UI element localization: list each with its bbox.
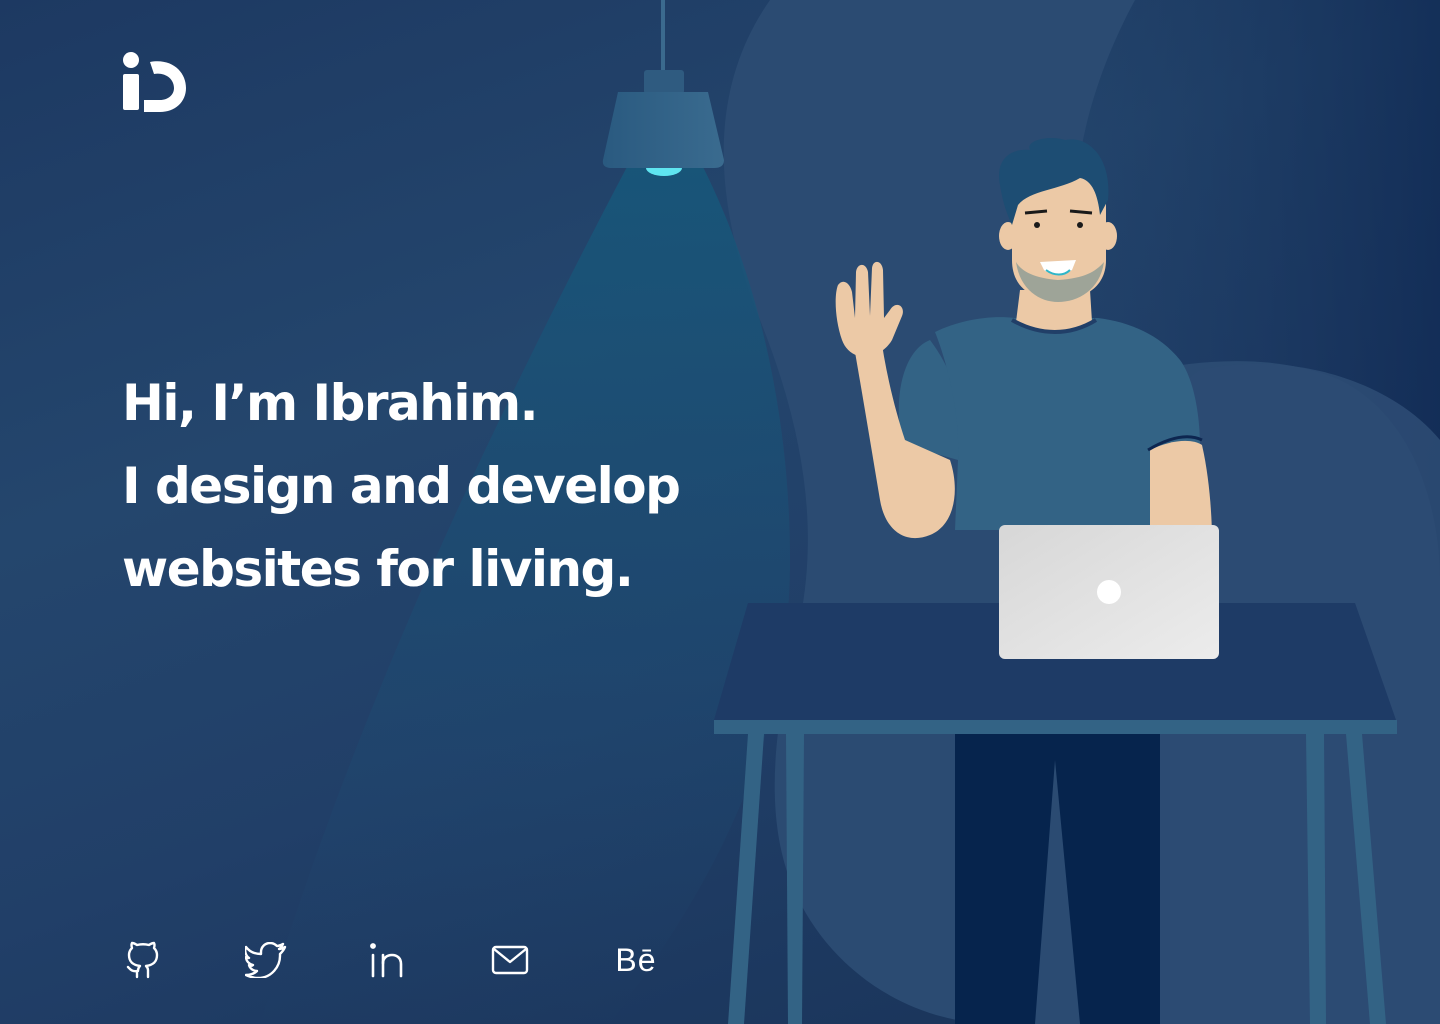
laptop xyxy=(999,525,1219,659)
hero-line-2: I design and develop xyxy=(122,457,681,515)
github-link[interactable] xyxy=(122,938,164,982)
ceiling-lamp xyxy=(602,0,724,176)
hero-line-1: Hi, I’m Ibrahim. xyxy=(122,374,539,432)
hero-line-3: websites for living. xyxy=(122,540,634,598)
linkedin-link[interactable] xyxy=(368,938,408,982)
hero-heading: Hi, I’m Ibrahim. I design and develop we… xyxy=(122,362,762,611)
behance-icon: Bē xyxy=(615,942,657,978)
twitter-link[interactable] xyxy=(244,938,288,982)
mail-icon xyxy=(491,945,529,975)
mail-link[interactable] xyxy=(490,938,530,982)
behance-link[interactable]: Bē xyxy=(610,938,662,982)
ib-logo-icon[interactable] xyxy=(120,50,188,112)
linkedin-icon xyxy=(370,943,403,978)
github-icon xyxy=(126,941,159,979)
twitter-icon xyxy=(245,942,287,978)
